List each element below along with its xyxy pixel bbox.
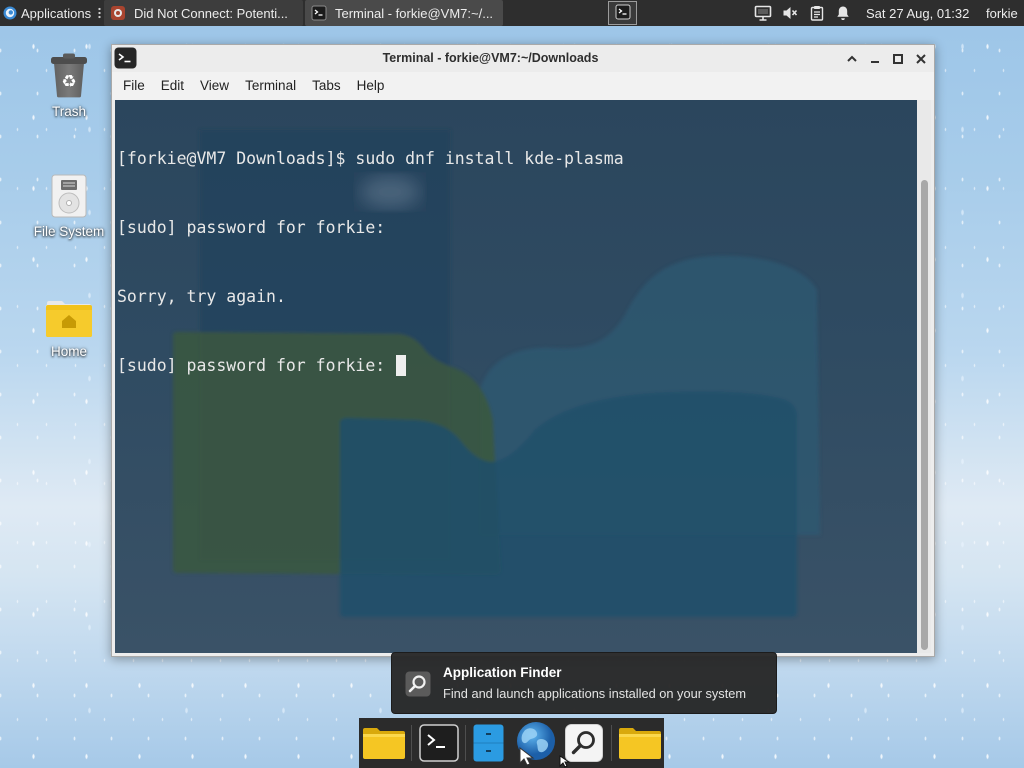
terminal-line: [sudo] password for forkie: (117, 354, 624, 377)
home-folder-icon (24, 290, 114, 338)
xfce-applications-icon (3, 6, 17, 20)
taskbar-button-label: Terminal - forkie@VM7:~/... (335, 5, 494, 21)
drive-icon (24, 170, 114, 218)
taskbar-button-label: Did Not Connect: Potenti... (134, 5, 288, 21)
mouse-pointer-icon (559, 755, 570, 768)
shade-button[interactable] (841, 48, 863, 70)
folder-icon[interactable] (617, 718, 663, 768)
menu-edit[interactable]: Edit (153, 72, 192, 100)
browser-tab-icon (110, 5, 126, 21)
search-icon (405, 671, 431, 700)
terminal-icon (311, 5, 327, 21)
desktop-icon-home[interactable]: Home (24, 290, 114, 359)
terminal-line: [forkie@VM7 Downloads]$ sudo dnf install… (117, 149, 624, 168)
minimize-icon (871, 61, 879, 63)
menu-view[interactable]: View (192, 72, 237, 100)
dock-separator (411, 725, 412, 761)
trash-icon: ♻ (24, 50, 114, 98)
applications-label: Applications (21, 5, 92, 21)
terminal-window: Terminal - forkie@VM7:~/Downloads File E… (111, 44, 935, 657)
terminal-prompt: [sudo] password for forkie: (117, 356, 396, 375)
dock-separator (465, 725, 466, 761)
top-panel: Applications Did Not Connect: Potenti...… (0, 0, 1024, 26)
tooltip-description: Find and launch applications installed o… (443, 686, 747, 701)
file-manager-icon[interactable] (471, 718, 505, 768)
volume-muted-icon[interactable] (782, 5, 798, 21)
desktop-icon-label: Trash (51, 104, 86, 119)
menu-tabs[interactable]: Tabs (304, 72, 349, 100)
terminal-line: Sorry, try again. (117, 287, 286, 306)
menu-file[interactable]: File (115, 72, 153, 100)
minimize-button[interactable] (864, 48, 886, 70)
vertical-scrollbar[interactable] (917, 100, 931, 653)
user-menu[interactable]: forkie (986, 0, 1018, 26)
maximize-button[interactable] (887, 48, 909, 70)
desktop-icon-label: File System (33, 224, 105, 239)
folder-icon[interactable] (361, 718, 407, 768)
panel-handle (98, 7, 101, 19)
desktop-icon-label: Home (50, 344, 87, 359)
text-cursor (396, 355, 407, 376)
window-title: Terminal - forkie@VM7:~/Downloads (382, 51, 599, 65)
application-finder-tooltip: Application Finder Find and launch appli… (391, 652, 777, 714)
terminal-output[interactable]: [forkie@VM7 Downloads]$ sudo dnf install… (115, 100, 917, 653)
terminal-line: [sudo] password for forkie: (117, 218, 386, 237)
taskbar-button-terminal[interactable]: Terminal - forkie@VM7:~/... (305, 0, 503, 26)
desktop-icon-file-system[interactable]: File System (24, 170, 114, 239)
terminal-text: [forkie@VM7 Downloads]$ sudo dnf install… (117, 101, 624, 423)
terminal-icon[interactable] (114, 47, 137, 72)
svg-text:♻: ♻ (61, 72, 76, 92)
shade-icon (847, 55, 857, 62)
notification-bell-icon[interactable] (836, 5, 850, 21)
bottom-dock (359, 718, 664, 768)
terminal-icon[interactable] (417, 718, 461, 768)
clock[interactable]: Sat 27 Aug, 01:32 (866, 0, 969, 26)
terminal-icon (615, 4, 631, 23)
applications-menu-button[interactable]: Applications (2, 0, 97, 26)
close-button[interactable] (910, 48, 932, 70)
tooltip-title: Application Finder (443, 665, 562, 680)
clipboard-icon[interactable] (810, 5, 824, 21)
title-bar[interactable]: Terminal - forkie@VM7:~/Downloads (112, 45, 934, 72)
display-icon[interactable] (754, 5, 772, 21)
menu-bar: File Edit View Terminal Tabs Help (112, 72, 934, 100)
scrollbar-thumb[interactable] (921, 180, 928, 650)
dock-separator (611, 725, 612, 761)
maximize-icon (893, 54, 903, 64)
desktop-icon-trash[interactable]: ♻ Trash (24, 50, 114, 119)
taskbar-button-browser[interactable]: Did Not Connect: Potenti... (104, 0, 303, 26)
menu-terminal[interactable]: Terminal (237, 72, 304, 100)
web-browser-icon[interactable] (512, 718, 558, 768)
menu-help[interactable]: Help (349, 72, 393, 100)
workspace-switcher[interactable] (608, 1, 637, 25)
close-icon (916, 54, 926, 64)
